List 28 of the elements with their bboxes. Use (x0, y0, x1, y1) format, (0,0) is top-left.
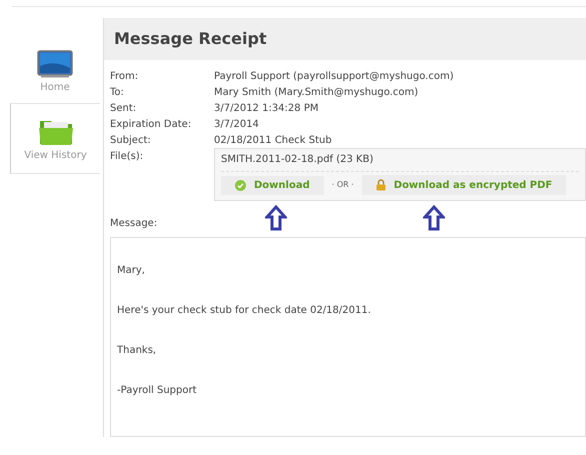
nav-item[interactable]: Home (10, 44, 100, 104)
field-value: 02/18/2011 Check Stub (214, 134, 333, 148)
up-arrow-icon (265, 205, 287, 231)
up-arrow-icon (423, 205, 445, 231)
nav-item[interactable]: View History (10, 104, 100, 174)
field-value: 3/7/2014 (214, 118, 260, 132)
or-separator: · OR · (332, 179, 354, 191)
field-label: To: (110, 86, 125, 100)
message-line: Mary, (117, 264, 146, 278)
field-label: Sent: (110, 102, 138, 116)
download-button[interactable]: Download (221, 176, 324, 194)
download-encrypted-button[interactable]: Download as encrypted PDF (362, 175, 566, 195)
field-label: Expiration Date: (110, 118, 192, 132)
message-label: Message: (110, 217, 158, 231)
message-line: -Payroll Support (117, 384, 198, 398)
message-line: Thanks, (117, 344, 158, 358)
field-value: Payroll Support (payrollsupport@myshugo.com) (214, 70, 455, 84)
check-icon (235, 180, 246, 190)
field-label: From: (110, 70, 140, 84)
message-line: Here's your check stub for check date 02/18/2011. (117, 304, 372, 318)
monitor-icon (37, 50, 73, 78)
lock-icon (376, 179, 386, 191)
file-name: SMITH.2011-02-18.pdf (23 KB) (221, 153, 579, 172)
field-label: Subject: (110, 134, 152, 148)
page-title: Message Receipt (104, 18, 586, 60)
field-label: File(s): (110, 150, 144, 164)
field-value: 3/7/2012 1:34:28 PM (214, 102, 320, 116)
field-value: Mary Smith (Mary.Smith@myshugo.com) (214, 86, 420, 100)
